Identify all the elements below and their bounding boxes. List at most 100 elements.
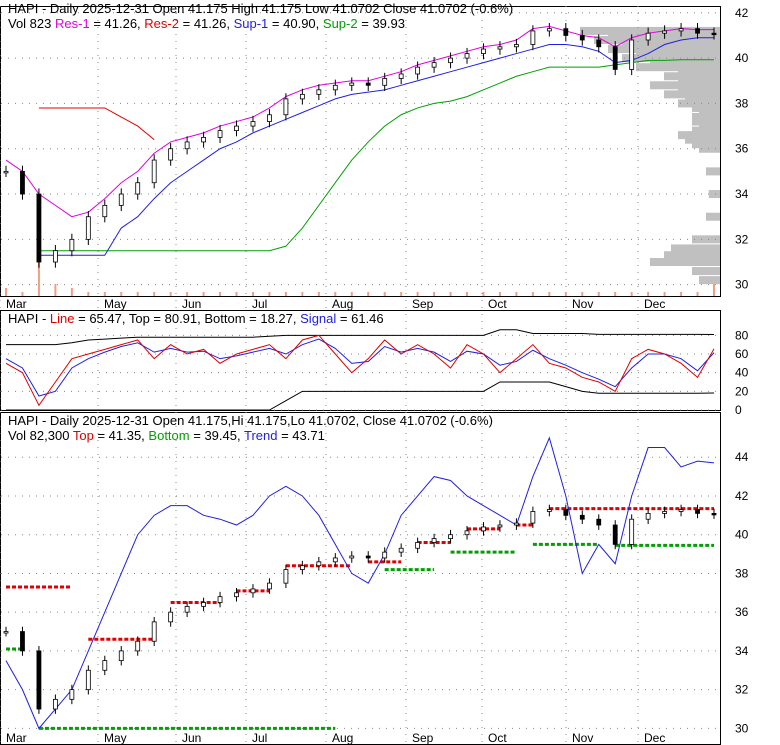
volume-bar [350, 292, 353, 296]
x-tick-label-bottom: Nov [572, 731, 593, 745]
volume-bar [284, 292, 287, 296]
panel2-prefix: HAPI - [8, 311, 50, 326]
price-bar-lower-body [695, 509, 700, 514]
price-bar-body [316, 89, 322, 95]
panel2-header: HAPI - Line = 65.47, Top = 80.91, Bottom… [8, 311, 384, 326]
volume-profile-bar [699, 276, 720, 285]
price-bar-body [365, 82, 371, 86]
sup1-value: = 40.90, [271, 16, 320, 31]
y-tick-label: 40 [735, 51, 749, 65]
volume-profile-bar [706, 212, 720, 221]
panel3-title: HAPI - Daily 2025-12-31 Open 41.175,Hi 4… [8, 413, 493, 428]
price-bar-body [332, 84, 338, 91]
y-tick-label: 30 [735, 721, 749, 735]
price-bar-body [563, 28, 569, 36]
price-bar-body [52, 250, 58, 263]
stock-chart: 42 40 38 36 34 32 30 80 60 40 20 0 44 42 40 38 36 34 32 30 M… [0, 0, 780, 745]
volume-bar [466, 292, 469, 296]
price-bar-body [85, 216, 91, 240]
price-bar-body [250, 121, 256, 127]
price-bar-lower-body [711, 513, 717, 516]
y-tick-label: 40 [735, 366, 749, 380]
x-tick-label-bottom: Dec [644, 731, 665, 745]
price-bar-lower-body [398, 547, 404, 553]
price-bar-lower-body [20, 631, 25, 652]
x-tick-label-bottom: Mar [6, 731, 27, 745]
volume-bar [416, 292, 419, 296]
price-bar-body [267, 114, 272, 122]
signal-value: = 61.46 [339, 311, 384, 326]
price-bar-body [645, 32, 651, 41]
volume-bar [647, 292, 650, 296]
volume-bar [614, 292, 617, 296]
volume-bar [202, 292, 205, 296]
price-bar-body [546, 28, 552, 32]
price-bar-body [382, 78, 388, 86]
volume-bar [87, 292, 90, 296]
price-bar-body [102, 204, 108, 218]
volume-bar [367, 292, 370, 296]
x-tick-label-bottom: Aug [332, 731, 353, 745]
price-bar-body [695, 28, 700, 34]
bottom-line [6, 381, 715, 411]
volume-profile-bar [699, 144, 720, 153]
x-tick-label: Sep [412, 297, 434, 311]
sup2-line [38, 59, 714, 252]
price-bar-body [151, 159, 157, 184]
price-bar-lower-body [201, 602, 206, 607]
price-bar-lower-body [612, 524, 618, 545]
volume-bar [317, 292, 320, 296]
price-bar-body [530, 30, 536, 45]
price-bar-body [629, 39, 635, 70]
price-bar-body [168, 148, 174, 161]
y-tick-label: 32 [735, 683, 749, 697]
volume-bar [400, 292, 403, 296]
y-tick-label: 20 [735, 384, 749, 398]
price-bar-lower-body [546, 509, 552, 512]
x-tick-label: May [104, 297, 127, 311]
volume-bar [5, 288, 7, 296]
volume-bar [433, 292, 436, 296]
price-bar-lower-body [382, 551, 388, 559]
price-bar-body [481, 48, 486, 54]
price-bar-body [20, 170, 25, 195]
volume-bar [515, 292, 518, 296]
price-bar-lower-body [316, 561, 322, 567]
price-bar-lower-body [151, 621, 157, 642]
price-bar-lower-body [69, 689, 75, 700]
y-tick-label: 60 [735, 347, 749, 361]
price-bar-lower-body [184, 605, 190, 613]
price-bar-lower-body [299, 565, 305, 570]
volume-bar [268, 292, 271, 296]
price-bar-lower-body [36, 650, 42, 710]
x-tick-label: Jun [182, 297, 201, 311]
price-bar-lower-body [514, 522, 519, 526]
volume-bar [219, 292, 222, 296]
volume-bar [54, 284, 57, 296]
bottom-label: Bottom [148, 428, 190, 443]
volume-bar [235, 292, 238, 296]
volume-profile-bar [708, 190, 720, 199]
x-tick-label: Aug [332, 297, 353, 311]
res1-value: = 41.26, [93, 16, 141, 31]
x-tick-label-bottom: Jul [252, 731, 267, 745]
price-bar-lower-body [217, 596, 223, 603]
price-bar-lower-body [234, 592, 239, 598]
volume-bar [680, 292, 683, 296]
x-tick-label-bottom: Jun [182, 731, 201, 745]
x-tick-label: Mar [6, 297, 27, 311]
chart-canvas: 42 40 38 36 34 32 30 80 60 40 20 0 44 42 40 38 36 34 32 30 M… [0, 6, 749, 745]
y-tick-label: 32 [735, 232, 749, 246]
x-tick-label: Dec [644, 297, 665, 311]
trend-value: = 43.71 [281, 428, 325, 443]
price-bar-body [283, 98, 289, 116]
price-bar-body [596, 39, 602, 48]
y-tick-label: 38 [735, 96, 749, 110]
price-bar-body [234, 125, 239, 132]
volume-bar [136, 292, 139, 296]
volume-bar [21, 292, 24, 296]
x-tick-label: Oct [488, 297, 507, 311]
price-bar-lower-body [250, 588, 256, 594]
y-tick-label: 34 [735, 187, 749, 201]
volume-profile-bar [706, 167, 720, 176]
